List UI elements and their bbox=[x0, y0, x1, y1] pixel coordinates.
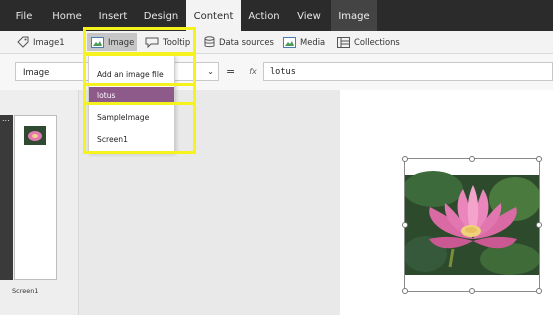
screen1-thumbnail[interactable] bbox=[14, 115, 57, 280]
equals-sign: = bbox=[226, 65, 236, 78]
resize-handle-top-right[interactable] bbox=[536, 156, 542, 162]
media-label: Media bbox=[300, 37, 326, 47]
collections-label: Collections bbox=[354, 37, 400, 47]
media-icon bbox=[283, 36, 296, 48]
screen1-thumbnail-label: Screen1 bbox=[12, 287, 39, 295]
highlight-lotus-item bbox=[83, 83, 196, 105]
lotus-image bbox=[405, 171, 539, 275]
highlight-toolbar-image bbox=[83, 27, 196, 55]
tag-icon bbox=[17, 36, 29, 48]
image1-button[interactable]: Image1 bbox=[17, 33, 65, 51]
data-sources-button[interactable]: Data sources bbox=[204, 33, 274, 51]
formula-input[interactable]: lotus bbox=[263, 62, 553, 81]
tab-file[interactable]: File bbox=[5, 0, 43, 31]
fx-icon: fx bbox=[249, 67, 257, 76]
thumbnail-lotus-image bbox=[24, 126, 46, 145]
resize-handle-bottom-left[interactable] bbox=[402, 288, 408, 294]
property-value: Image bbox=[23, 67, 50, 77]
resize-handle-bottom-right[interactable] bbox=[536, 288, 542, 294]
resize-handle-top-left[interactable] bbox=[402, 156, 408, 162]
tab-image-context[interactable]: Image bbox=[331, 0, 377, 31]
thumbnail-menu-icon[interactable]: ... bbox=[2, 114, 10, 123]
resize-handle-right[interactable] bbox=[536, 222, 542, 228]
thumbnail-selection-strip bbox=[0, 115, 13, 280]
image1-label: Image1 bbox=[33, 37, 65, 47]
resize-handle-top[interactable] bbox=[469, 156, 475, 162]
chevron-down-icon: ⌄ bbox=[207, 67, 214, 76]
tab-action[interactable]: Action bbox=[242, 0, 286, 31]
resize-handle-left[interactable] bbox=[402, 222, 408, 228]
resize-handle-bottom[interactable] bbox=[469, 288, 475, 294]
collections-button[interactable]: Collections bbox=[337, 33, 400, 51]
tab-home[interactable]: Home bbox=[46, 0, 88, 31]
collections-icon bbox=[337, 36, 350, 48]
tab-view[interactable]: View bbox=[289, 0, 329, 31]
image-control[interactable] bbox=[402, 156, 542, 294]
database-icon bbox=[204, 36, 215, 48]
data-sources-label: Data sources bbox=[219, 37, 274, 47]
screens-panel: ... Screen1 bbox=[0, 90, 79, 315]
media-button[interactable]: Media bbox=[283, 33, 325, 51]
